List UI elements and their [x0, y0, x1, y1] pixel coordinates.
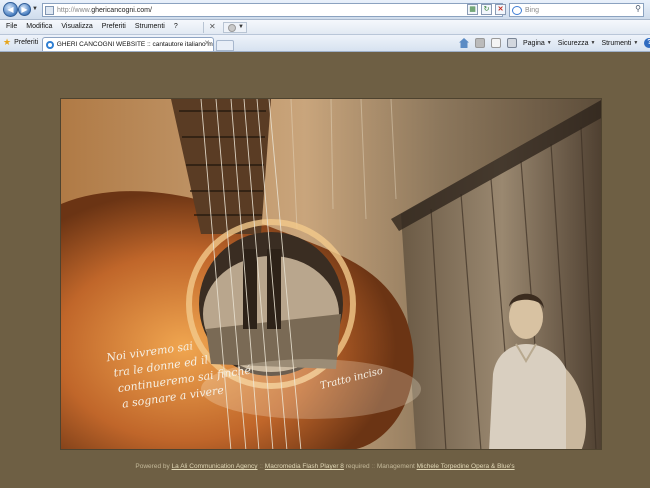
footer-powered-by: Powered by	[135, 463, 170, 470]
favorites-star-icon: ★	[3, 37, 12, 47]
addon-button[interactable]: ▼	[223, 22, 247, 33]
menu-modifica[interactable]: Modifica	[26, 23, 52, 30]
footer-separator: ::	[259, 463, 263, 470]
search-placeholder: Bing	[525, 6, 540, 14]
forward-arrow-icon: ▶	[21, 5, 28, 14]
forward-button[interactable]: ▶	[18, 3, 31, 16]
sicurezza-menu[interactable]: Sicurezza	[558, 40, 589, 47]
mail-icon[interactable]	[491, 38, 501, 48]
url-text: http://www.ghericancogni.com/	[57, 6, 152, 14]
flash-player-link[interactable]: Macromedia Flash Player 8	[265, 463, 344, 470]
menu-help[interactable]: ?	[174, 23, 178, 30]
tab-active[interactable]: GHERI CANCOGNI WEBSITE :: cantautore ita…	[42, 37, 214, 51]
guitar-artwork: Noi vivremo sai tra le donne ed il conti…	[61, 99, 601, 449]
close-toolbar-icon[interactable]: ✕	[209, 22, 216, 31]
management-link[interactable]: Michele Torpedine Opera & Blue's	[417, 463, 515, 470]
new-tab-button[interactable]	[216, 40, 234, 51]
tab-close-icon[interactable]: ✕	[204, 39, 210, 47]
stop-icon[interactable]: ✕	[495, 4, 506, 15]
flash-banner[interactable]: Noi vivremo sai tra le donne ed il conti…	[60, 98, 602, 450]
back-button[interactable]: ◀	[3, 2, 18, 17]
footer-separator: ::	[371, 463, 376, 470]
sicurezza-dropdown-icon: ▼	[590, 40, 596, 46]
bing-icon	[512, 5, 522, 15]
tab-bar: ★ Preferiti GHERI CANCOGNI WEBSITE :: ca…	[0, 35, 650, 52]
addon-dropdown-icon: ▼	[238, 24, 244, 30]
menu-strumenti[interactable]: Strumenti	[135, 23, 165, 30]
search-input[interactable]: Bing ⚲	[509, 3, 644, 17]
menu-bar: File Modifica Visualizza Preferiti Strum…	[0, 20, 650, 35]
menu-visualizza[interactable]: Visualizza	[61, 23, 92, 30]
agency-link[interactable]: La Ali Communication Agency	[172, 463, 258, 470]
tab-title: GHERI CANCOGNI WEBSITE :: cantautore ita…	[56, 41, 213, 48]
help-icon[interactable]: ?	[644, 38, 650, 48]
strumenti-dropdown-icon: ▼	[633, 40, 639, 46]
page-icon	[45, 5, 54, 15]
feeds-icon[interactable]	[475, 38, 485, 48]
url-field[interactable]: http://www.ghericancogni.com/	[42, 3, 503, 17]
menu-preferiti[interactable]: Preferiti	[102, 23, 126, 30]
history-dropdown-icon[interactable]: ▼	[32, 6, 38, 12]
footer-management: Management	[376, 463, 415, 470]
favorites-label: Preferiti	[14, 39, 39, 46]
refresh-icon[interactable]: ↻	[481, 4, 492, 15]
pagina-dropdown-icon: ▼	[546, 40, 552, 46]
pagina-menu[interactable]: Pagina	[523, 40, 545, 47]
home-icon[interactable]	[459, 38, 469, 48]
search-icon[interactable]: ⚲	[635, 4, 641, 13]
addon-icon	[228, 24, 236, 32]
print-icon[interactable]	[507, 38, 517, 48]
menu-divider	[203, 22, 204, 33]
menu-file[interactable]: File	[6, 23, 17, 30]
page-footer: Powered by La Ali Communication Agency :…	[0, 463, 650, 470]
favorites-button[interactable]: ★ Preferiti	[3, 38, 38, 47]
ie-page-icon	[46, 40, 54, 49]
footer-required: required	[345, 463, 370, 470]
back-arrow-icon: ◀	[7, 5, 14, 14]
compatibility-icon[interactable]: ▦	[467, 4, 478, 15]
address-bar: ◀ ▶ ▼ http://www.ghericancogni.com/ ▦ ↻ …	[0, 0, 650, 20]
strumenti-menu[interactable]: Strumenti	[601, 40, 631, 47]
